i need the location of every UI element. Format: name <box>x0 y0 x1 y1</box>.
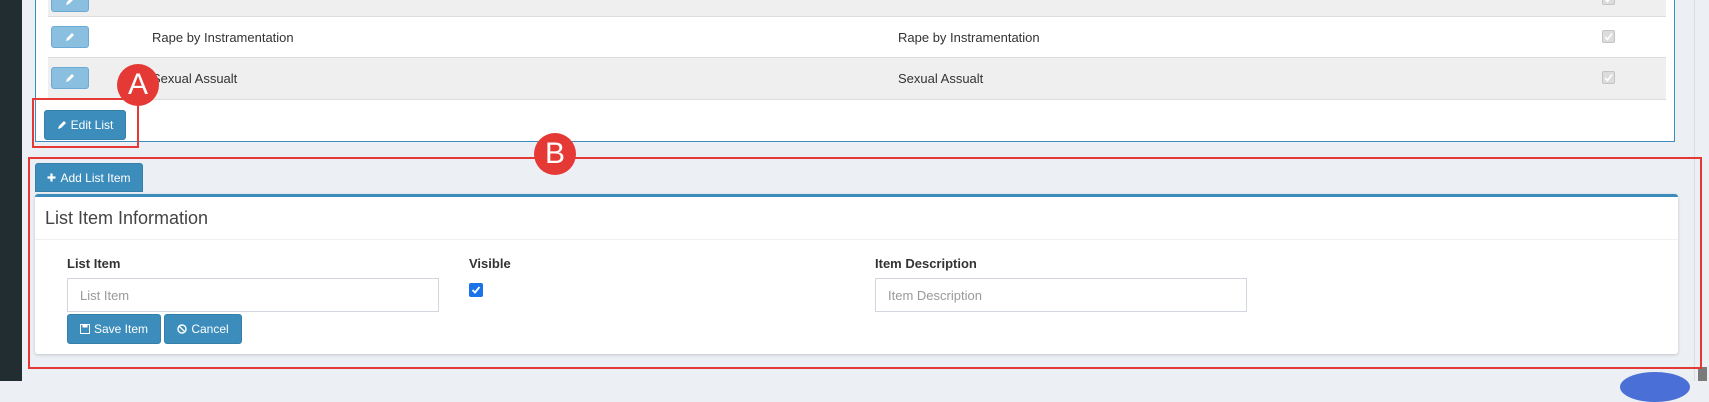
visible-checkbox[interactable] <box>1602 71 1615 84</box>
annotation-a-marker: A <box>117 64 159 106</box>
list-items-table: Rape by Instramentation Rape by Instrame… <box>35 0 1675 142</box>
cell-list-item: Sexual Assualt <box>152 71 238 86</box>
checkmark-icon <box>1604 0 1610 3</box>
annotation-b-box <box>28 157 1702 369</box>
visible-checkbox[interactable] <box>1602 30 1615 43</box>
sidebar-edge <box>0 0 22 381</box>
chat-widget[interactable] <box>1620 372 1690 402</box>
annotation-a-box <box>32 98 139 148</box>
scroll-thumb[interactable] <box>1698 367 1707 381</box>
table-row: Rape by Instramentation Rape by Instrame… <box>48 16 1666 58</box>
edit-row-button[interactable] <box>51 26 89 48</box>
checkmark-icon <box>1604 33 1613 41</box>
checkmark-icon <box>1604 74 1613 82</box>
table-row: Sexual Assualt Sexual Assualt <box>48 57 1666 100</box>
visible-checkbox[interactable] <box>1602 0 1615 5</box>
annotation-b-marker: B <box>534 133 576 175</box>
edit-row-button[interactable] <box>51 67 89 89</box>
pencil-icon <box>66 33 74 41</box>
cell-description: Sexual Assualt <box>898 71 984 86</box>
table-row <box>48 0 1666 16</box>
edit-row-button[interactable] <box>51 0 89 12</box>
pencil-icon <box>66 0 73 5</box>
pencil-icon <box>66 74 74 82</box>
cell-description: Rape by Instramentation <box>898 30 1040 45</box>
cell-list-item: Rape by Instramentation <box>152 30 294 45</box>
